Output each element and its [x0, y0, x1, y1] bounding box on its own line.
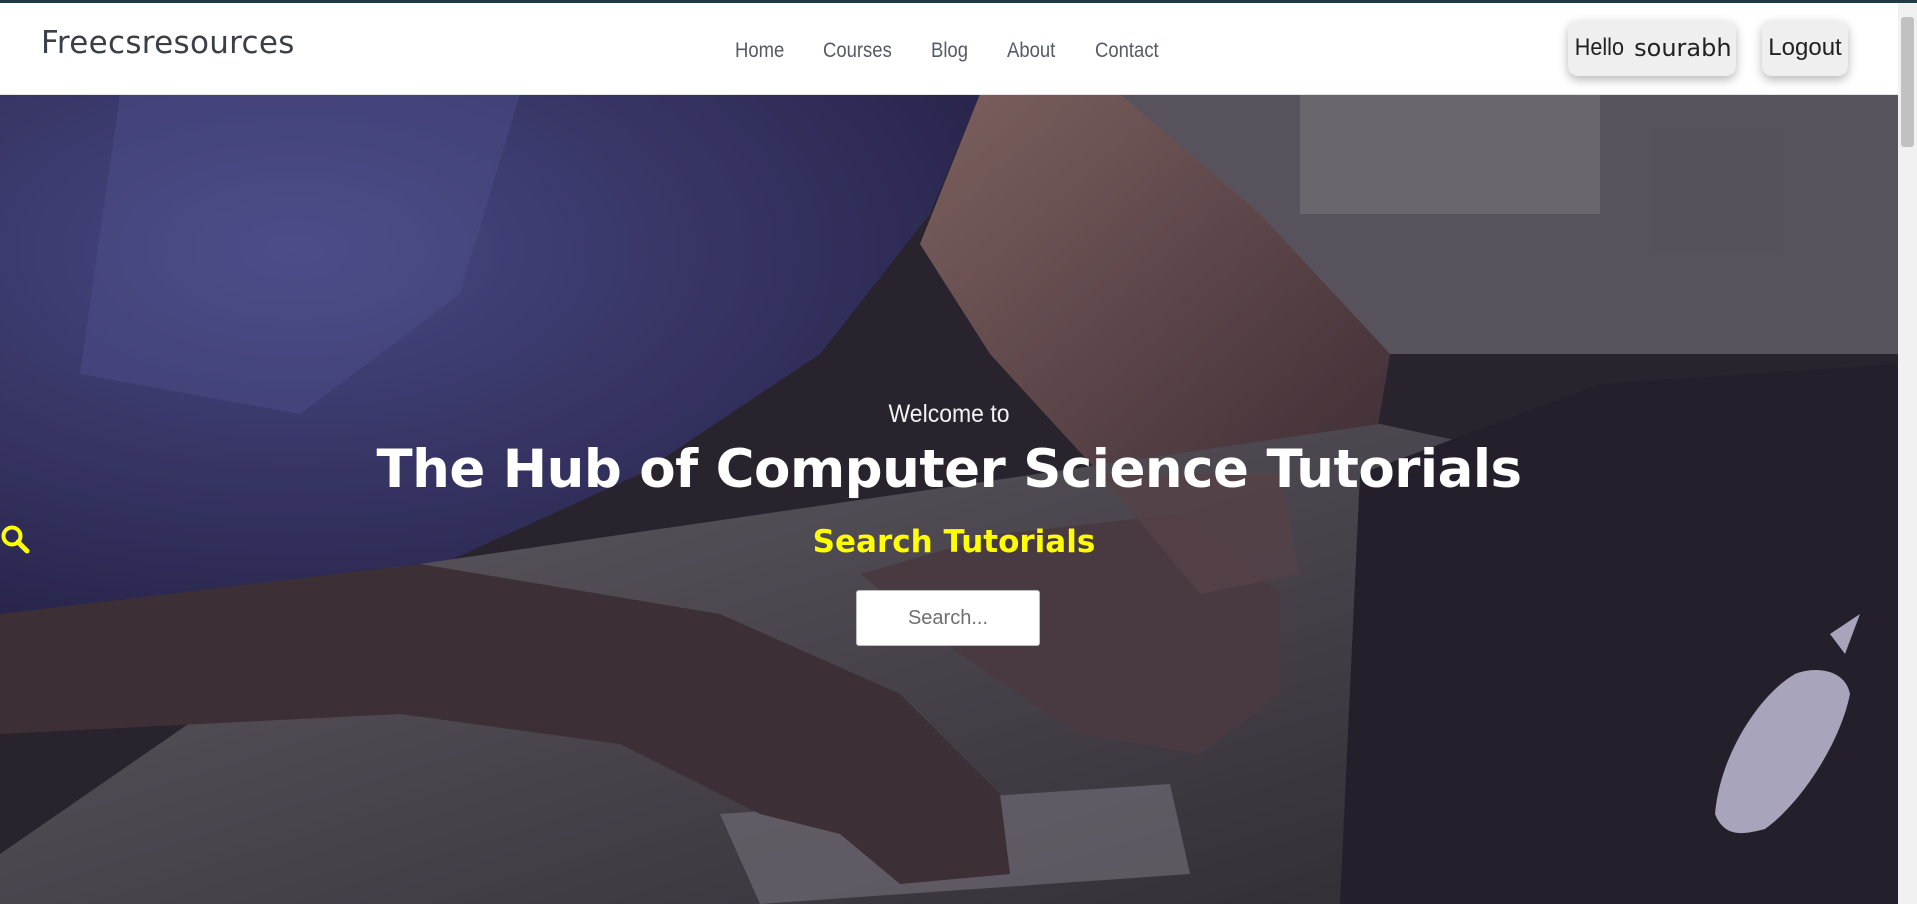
search-input[interactable] [856, 590, 1040, 646]
nav-link-contact[interactable]: Contact [1095, 39, 1159, 63]
navbar: Freecsresources Home Courses Blog About … [0, 3, 1898, 95]
nav-link-about[interactable]: About [1007, 39, 1055, 63]
hero-section: Welcome to The Hub of Computer Science T… [0, 94, 1898, 904]
greeting-text: Hello [1575, 34, 1625, 61]
hero-welcome-text: Welcome to [888, 400, 1010, 428]
user-greeting-button[interactable]: Hello sourabh [1568, 20, 1736, 76]
scrollbar-thumb[interactable] [1901, 17, 1914, 147]
logout-button[interactable]: Logout [1762, 20, 1848, 76]
nav-link-blog[interactable]: Blog [931, 39, 968, 63]
brand-logo[interactable]: Freecsresources [41, 25, 295, 61]
nav-link-courses[interactable]: Courses [823, 39, 892, 63]
nav-link-home[interactable]: Home [735, 39, 784, 63]
page-scrollbar[interactable] [1898, 3, 1917, 904]
username-text: sourabh [1634, 34, 1732, 62]
search-tutorials-label: Search Tutorials [812, 524, 1096, 560]
hero-headline: The Hub of Computer Science Tutorials [376, 439, 1522, 500]
search-tutorials-heading: Search Tutorials [0, 524, 1898, 560]
